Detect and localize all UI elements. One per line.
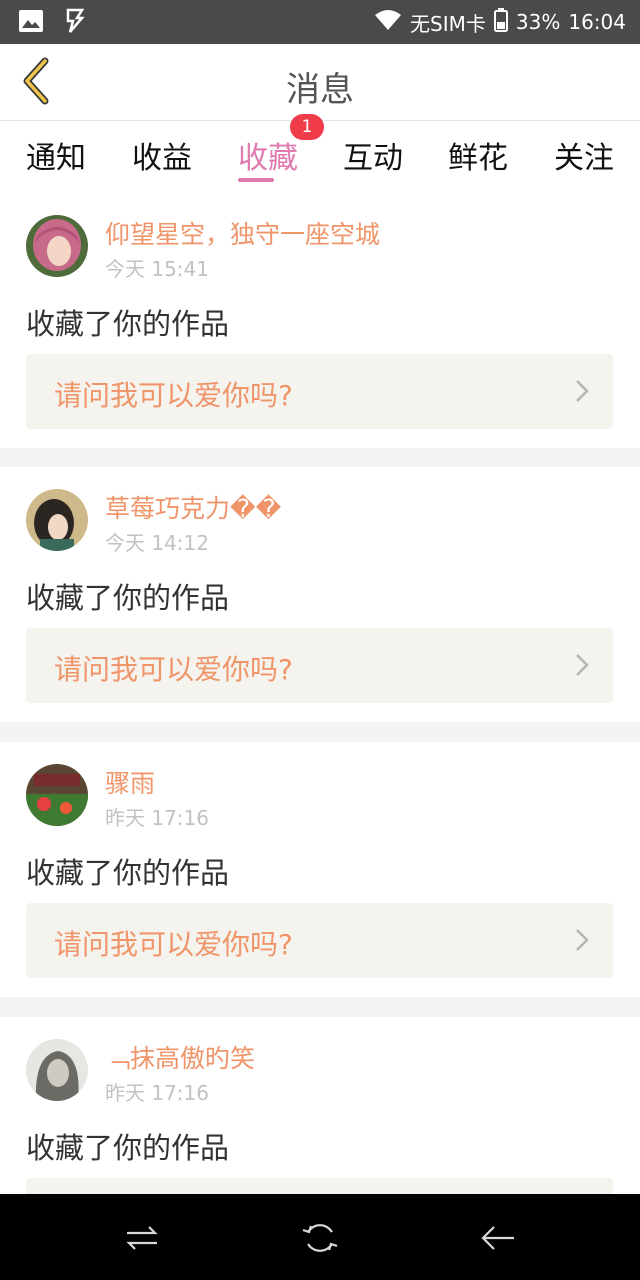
gallery-icon xyxy=(18,9,44,37)
list-item: 骤雨 昨天 17:16 收藏了你的作品 请问我可以爱你吗? xyxy=(0,742,640,997)
timestamp: 今天 14:12 xyxy=(105,531,209,555)
tab-flowers[interactable]: 鲜花 xyxy=(425,133,531,177)
recent-apps-button[interactable] xyxy=(120,1216,164,1260)
timestamp: 昨天 17:16 xyxy=(105,1081,209,1105)
system-nav-bar xyxy=(0,1194,640,1280)
header: 消息 xyxy=(0,44,640,121)
tab-earnings[interactable]: 收益 xyxy=(109,133,215,177)
app-notification-icon xyxy=(64,8,86,38)
list-item: 仰望星空，独守一座空城 今天 15:41 收藏了你的作品 请问我可以爱你吗? xyxy=(0,193,640,448)
tab-badge: 1 xyxy=(290,114,324,140)
avatar[interactable] xyxy=(26,215,88,277)
action-text: 收藏了你的作品 xyxy=(26,581,230,615)
work-title: 请问我可以爱你吗? xyxy=(54,379,293,412)
active-tab-indicator xyxy=(238,178,274,182)
user-name[interactable]: 草莓巧克力�� xyxy=(105,489,281,525)
battery-percent: 33% xyxy=(515,10,561,34)
back-arrow-icon xyxy=(481,1226,514,1250)
home-icon xyxy=(302,1224,338,1252)
avatar[interactable] xyxy=(26,489,88,551)
action-text: 收藏了你的作品 xyxy=(26,856,230,890)
chevron-right-icon xyxy=(576,654,589,676)
work-link[interactable]: 请问我可以爱你吗? xyxy=(26,628,613,703)
chevron-right-icon xyxy=(576,380,589,402)
battery-icon xyxy=(493,7,508,37)
tab-notifications[interactable]: 通知 xyxy=(3,133,109,177)
avatar[interactable] xyxy=(26,764,88,826)
work-link[interactable]: 请问我可以爱你吗? xyxy=(26,903,613,978)
user-name[interactable]: ﹁抹高傲旳笑 xyxy=(105,1039,255,1075)
user-name[interactable]: 骤雨 xyxy=(105,764,155,800)
avatar[interactable] xyxy=(26,1039,88,1101)
action-text: 收藏了你的作品 xyxy=(26,1131,230,1165)
wifi-icon xyxy=(374,9,402,36)
switch-icon xyxy=(126,1226,158,1250)
page-title: 消息 xyxy=(286,70,354,110)
action-text: 收藏了你的作品 xyxy=(26,307,230,341)
list-item: 草莓巧克力�� 今天 14:12 收藏了你的作品 请问我可以爱你吗? xyxy=(0,467,640,722)
work-title: 请问我可以爱你吗? xyxy=(54,928,293,961)
timestamp: 昨天 17:16 xyxy=(105,806,209,830)
work-link[interactable]: 请问我可以爱你吗? xyxy=(26,354,613,429)
chevron-right-icon xyxy=(576,929,589,951)
user-name[interactable]: 仰望星空，独守一座空城 xyxy=(105,215,380,251)
carrier-label: 无SIM卡 xyxy=(410,11,486,36)
timestamp: 今天 15:41 xyxy=(105,257,209,281)
tab-interactions[interactable]: 互动 xyxy=(320,133,426,177)
tab-following[interactable]: 关注 xyxy=(531,133,637,177)
home-button[interactable] xyxy=(298,1216,342,1260)
back-nav-button[interactable] xyxy=(476,1216,520,1260)
clock: 16:04 xyxy=(568,10,626,34)
status-bar: 无SIM卡 33% 16:04 xyxy=(0,0,640,44)
work-title: 请问我可以爱你吗? xyxy=(54,653,293,686)
